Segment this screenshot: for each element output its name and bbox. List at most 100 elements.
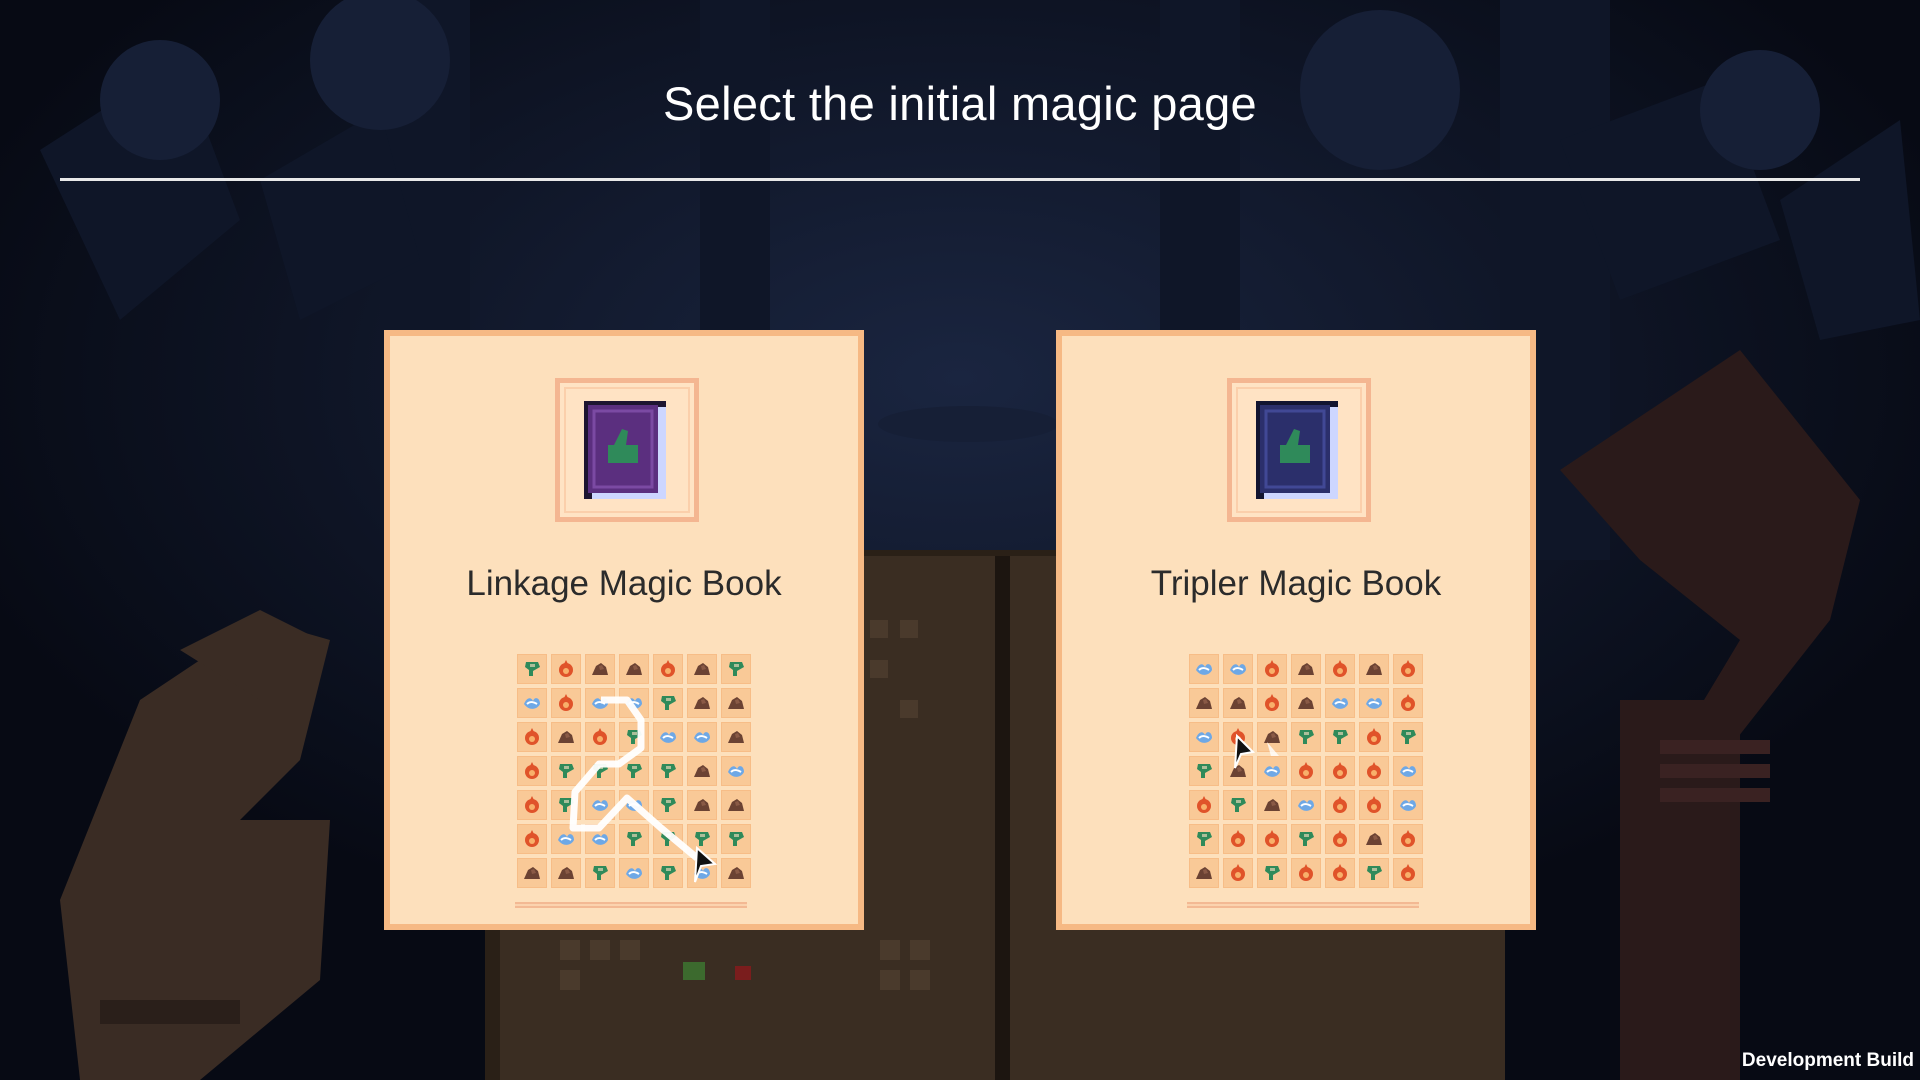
grid-cell bbox=[1223, 654, 1253, 684]
choice-card-tripler[interactable]: Tripler Magic Book bbox=[1056, 330, 1536, 930]
leaf-rune-icon bbox=[1197, 764, 1212, 778]
grid-cell bbox=[517, 824, 547, 854]
fire-rune-icon bbox=[1299, 762, 1313, 779]
leaf-rune-icon bbox=[661, 866, 676, 880]
grid-cell bbox=[1189, 756, 1219, 786]
grid-cell bbox=[1393, 722, 1423, 752]
fire-rune-icon bbox=[1299, 864, 1313, 881]
grid-cell bbox=[1189, 722, 1219, 752]
grid-cell bbox=[721, 858, 751, 888]
grid-cell bbox=[551, 756, 581, 786]
fire-rune-icon bbox=[1333, 660, 1347, 677]
grid-cell bbox=[1393, 824, 1423, 854]
grid-cell bbox=[551, 824, 581, 854]
fire-rune-icon bbox=[1231, 864, 1245, 881]
grid-cell bbox=[619, 688, 649, 718]
grid-cell bbox=[653, 824, 683, 854]
grid-cell bbox=[1359, 688, 1389, 718]
water-rune-icon bbox=[728, 766, 744, 777]
grid-cell bbox=[721, 790, 751, 820]
water-rune-icon bbox=[694, 732, 710, 743]
rune-grid-preview bbox=[515, 652, 751, 888]
grid-cell bbox=[585, 858, 615, 888]
fire-rune-icon bbox=[593, 728, 607, 745]
water-rune-icon bbox=[1196, 664, 1212, 675]
leaf-rune-icon bbox=[1299, 730, 1314, 744]
leaf-rune-icon bbox=[593, 764, 608, 778]
water-rune-icon bbox=[592, 834, 608, 845]
grid-cell bbox=[1359, 654, 1389, 684]
book-icon-frame bbox=[1227, 378, 1371, 522]
fire-rune-icon bbox=[1333, 864, 1347, 881]
water-rune-icon bbox=[1196, 732, 1212, 743]
fire-rune-icon bbox=[559, 660, 573, 677]
water-rune-icon bbox=[626, 800, 642, 811]
fire-rune-icon bbox=[1401, 830, 1415, 847]
grid-cell bbox=[687, 722, 717, 752]
fire-rune-icon bbox=[559, 694, 573, 711]
grid-cell bbox=[1189, 824, 1219, 854]
grid-cell bbox=[585, 790, 615, 820]
grid-cell bbox=[1325, 756, 1355, 786]
leaf-rune-icon bbox=[559, 764, 574, 778]
grid-cell bbox=[585, 722, 615, 752]
fire-rune-icon bbox=[1265, 830, 1279, 847]
rock-rune-icon bbox=[626, 663, 642, 675]
grid-cell bbox=[551, 654, 581, 684]
grid-cell bbox=[721, 824, 751, 854]
forest-background bbox=[0, 0, 1920, 1080]
grid-cell bbox=[1189, 858, 1219, 888]
rock-rune-icon bbox=[1196, 867, 1212, 879]
water-rune-icon bbox=[558, 834, 574, 845]
grid-cell bbox=[1359, 722, 1389, 752]
rock-rune-icon bbox=[1264, 731, 1280, 743]
rock-rune-icon bbox=[728, 697, 744, 709]
grid-cell bbox=[653, 756, 683, 786]
grid-cell bbox=[551, 722, 581, 752]
grid-cell bbox=[1257, 790, 1287, 820]
water-rune-icon bbox=[660, 732, 676, 743]
grid-progress-bar bbox=[515, 902, 747, 908]
water-rune-icon bbox=[592, 800, 608, 811]
grid-cell bbox=[721, 688, 751, 718]
grid-cell bbox=[619, 756, 649, 786]
fire-rune-icon bbox=[661, 660, 675, 677]
grid-cell bbox=[1223, 722, 1253, 752]
water-rune-icon bbox=[1400, 800, 1416, 811]
grid-cell bbox=[517, 756, 547, 786]
leaf-rune-icon bbox=[627, 730, 642, 744]
water-rune-icon bbox=[694, 868, 710, 879]
grid-cell bbox=[653, 790, 683, 820]
grid-cell bbox=[1257, 688, 1287, 718]
rock-rune-icon bbox=[694, 799, 710, 811]
fire-rune-icon bbox=[525, 728, 539, 745]
grid-cell bbox=[687, 654, 717, 684]
leaf-rune-icon bbox=[559, 798, 574, 812]
rock-rune-icon bbox=[1298, 697, 1314, 709]
grid-cell bbox=[1325, 824, 1355, 854]
fire-rune-icon bbox=[1265, 660, 1279, 677]
water-rune-icon bbox=[1366, 698, 1382, 709]
grid-cell bbox=[1291, 756, 1321, 786]
grid-cell bbox=[1325, 688, 1355, 718]
water-rune-icon bbox=[626, 698, 642, 709]
grid-cell bbox=[585, 688, 615, 718]
grid-cell bbox=[517, 722, 547, 752]
rock-rune-icon bbox=[1298, 663, 1314, 675]
choice-card-linkage[interactable]: Linkage Magic Book bbox=[384, 330, 864, 930]
leaf-rune-icon bbox=[695, 832, 710, 846]
leaf-rune-icon bbox=[729, 662, 744, 676]
leaf-rune-icon bbox=[1367, 866, 1382, 880]
leaf-rune-icon bbox=[1299, 832, 1314, 846]
fire-rune-icon bbox=[525, 830, 539, 847]
grid-cell bbox=[687, 824, 717, 854]
grid-cell bbox=[687, 790, 717, 820]
grid-cell bbox=[653, 858, 683, 888]
leaf-rune-icon bbox=[729, 832, 744, 846]
leaf-rune-icon bbox=[525, 662, 540, 676]
grid-cell bbox=[1359, 790, 1389, 820]
fire-rune-icon bbox=[1231, 728, 1245, 745]
rock-rune-icon bbox=[728, 799, 744, 811]
leaf-rune-icon bbox=[661, 798, 676, 812]
grid-cell bbox=[517, 858, 547, 888]
